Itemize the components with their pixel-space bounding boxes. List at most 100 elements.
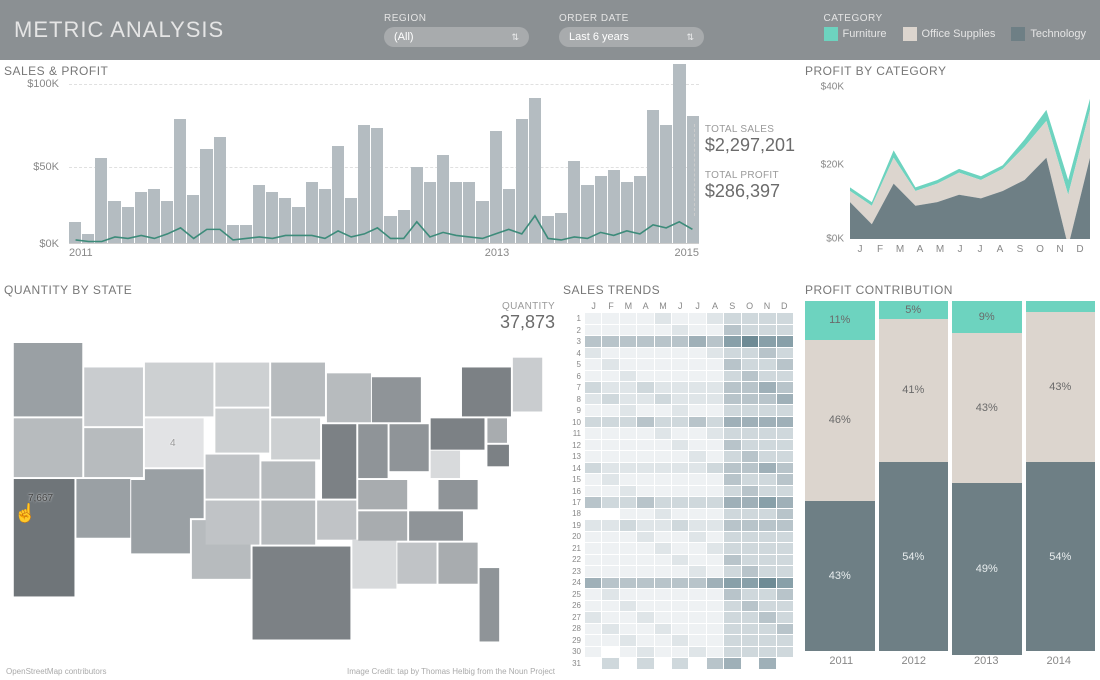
- heatmap-cell[interactable]: [655, 658, 671, 669]
- heatmap-cell[interactable]: [759, 601, 775, 612]
- heatmap-cell[interactable]: [585, 394, 601, 405]
- heatmap-cell[interactable]: [672, 555, 688, 566]
- heatmap-cell[interactable]: [742, 566, 758, 577]
- heatmap-cell[interactable]: [724, 520, 740, 531]
- heatmap-cell[interactable]: [777, 589, 793, 600]
- heatmap-cell[interactable]: [655, 394, 671, 405]
- heatmap-cell[interactable]: [777, 371, 793, 382]
- heatmap-cell[interactable]: [689, 474, 705, 485]
- heatmap-cell[interactable]: [585, 325, 601, 336]
- heatmap-cell[interactable]: [620, 555, 636, 566]
- heatmap-cell[interactable]: [620, 520, 636, 531]
- heatmap-cell[interactable]: [707, 635, 723, 646]
- heatmap-cell[interactable]: [689, 359, 705, 370]
- heatmap-cell[interactable]: [689, 532, 705, 543]
- heatmap-cell[interactable]: [689, 624, 705, 635]
- heatmap-grid[interactable]: [585, 313, 793, 669]
- heatmap-cell[interactable]: [672, 382, 688, 393]
- heatmap-cell[interactable]: [759, 463, 775, 474]
- heatmap-cell[interactable]: [672, 428, 688, 439]
- heatmap-cell[interactable]: [724, 589, 740, 600]
- heatmap-cell[interactable]: [777, 325, 793, 336]
- heatmap-cell[interactable]: [672, 647, 688, 658]
- heatmap-cell[interactable]: [742, 463, 758, 474]
- heatmap-cell[interactable]: [637, 348, 653, 359]
- heatmap-cell[interactable]: [724, 474, 740, 485]
- heatmap-cell[interactable]: [655, 382, 671, 393]
- heatmap-cell[interactable]: [637, 601, 653, 612]
- heatmap-cell[interactable]: [672, 325, 688, 336]
- heatmap-cell[interactable]: [672, 543, 688, 554]
- heatmap-cell[interactable]: [759, 382, 775, 393]
- heatmap-cell[interactable]: [707, 612, 723, 623]
- heatmap-cell[interactable]: [637, 566, 653, 577]
- heatmap-cell[interactable]: [689, 440, 705, 451]
- heatmap-cell[interactable]: [707, 532, 723, 543]
- heatmap-cell[interactable]: [759, 589, 775, 600]
- heatmap-cell[interactable]: [637, 463, 653, 474]
- heatmap-cell[interactable]: [707, 451, 723, 462]
- heatmap-cell[interactable]: [689, 612, 705, 623]
- heatmap-cell[interactable]: [742, 359, 758, 370]
- heatmap-cell[interactable]: [655, 405, 671, 416]
- heatmap-cell[interactable]: [759, 543, 775, 554]
- heatmap-cell[interactable]: [620, 394, 636, 405]
- heatmap-cell[interactable]: [707, 497, 723, 508]
- heatmap-cell[interactable]: [655, 486, 671, 497]
- heatmap-cell[interactable]: [672, 359, 688, 370]
- heatmap-cell[interactable]: [655, 543, 671, 554]
- heatmap-cell[interactable]: [655, 509, 671, 520]
- heatmap-cell[interactable]: [620, 624, 636, 635]
- heatmap-cell[interactable]: [777, 440, 793, 451]
- heatmap-cell[interactable]: [742, 532, 758, 543]
- heatmap-cell[interactable]: [777, 543, 793, 554]
- heatmap-cell[interactable]: [655, 474, 671, 485]
- heatmap-cell[interactable]: [672, 486, 688, 497]
- heatmap-cell[interactable]: [759, 509, 775, 520]
- heatmap-cell[interactable]: [689, 451, 705, 462]
- heatmap-cell[interactable]: [759, 474, 775, 485]
- heatmap-cell[interactable]: [689, 428, 705, 439]
- heatmap-cell[interactable]: [724, 532, 740, 543]
- heatmap-cell[interactable]: [742, 624, 758, 635]
- heatmap-cell[interactable]: [777, 566, 793, 577]
- heatmap-cell[interactable]: [637, 336, 653, 347]
- heatmap-cell[interactable]: [637, 382, 653, 393]
- heatmap-cell[interactable]: [585, 578, 601, 589]
- heatmap-cell[interactable]: [602, 532, 618, 543]
- heatmap-cell[interactable]: [585, 428, 601, 439]
- heatmap-cell[interactable]: [707, 624, 723, 635]
- heatmap-cell[interactable]: [602, 325, 618, 336]
- heatmap-cell[interactable]: [602, 566, 618, 577]
- heatmap-cell[interactable]: [689, 589, 705, 600]
- heatmap-cell[interactable]: [655, 428, 671, 439]
- heatmap-cell[interactable]: [655, 647, 671, 658]
- heatmap-cell[interactable]: [602, 382, 618, 393]
- heatmap-cell[interactable]: [724, 394, 740, 405]
- heatmap-cell[interactable]: [742, 348, 758, 359]
- heatmap-cell[interactable]: [602, 497, 618, 508]
- heatmap-cell[interactable]: [602, 589, 618, 600]
- heatmap-cell[interactable]: [637, 532, 653, 543]
- heatmap-cell[interactable]: [777, 382, 793, 393]
- heatmap-cell[interactable]: [602, 463, 618, 474]
- heatmap-cell[interactable]: [707, 463, 723, 474]
- heatmap-cell[interactable]: [655, 359, 671, 370]
- heatmap-cell[interactable]: [777, 451, 793, 462]
- heatmap-cell[interactable]: [707, 394, 723, 405]
- heatmap-cell[interactable]: [620, 566, 636, 577]
- heatmap-cell[interactable]: [672, 313, 688, 324]
- heatmap-cell[interactable]: [759, 624, 775, 635]
- heatmap-cell[interactable]: [742, 394, 758, 405]
- heatmap-cell[interactable]: [707, 474, 723, 485]
- heatmap-cell[interactable]: [655, 417, 671, 428]
- heatmap-cell[interactable]: [655, 497, 671, 508]
- heatmap-cell[interactable]: [620, 463, 636, 474]
- heatmap-cell[interactable]: [759, 566, 775, 577]
- heatmap-cell[interactable]: [777, 647, 793, 658]
- heatmap-cell[interactable]: [637, 428, 653, 439]
- heatmap-cell[interactable]: [777, 578, 793, 589]
- heatmap-cell[interactable]: [724, 336, 740, 347]
- heatmap-cell[interactable]: [759, 325, 775, 336]
- heatmap-cell[interactable]: [689, 313, 705, 324]
